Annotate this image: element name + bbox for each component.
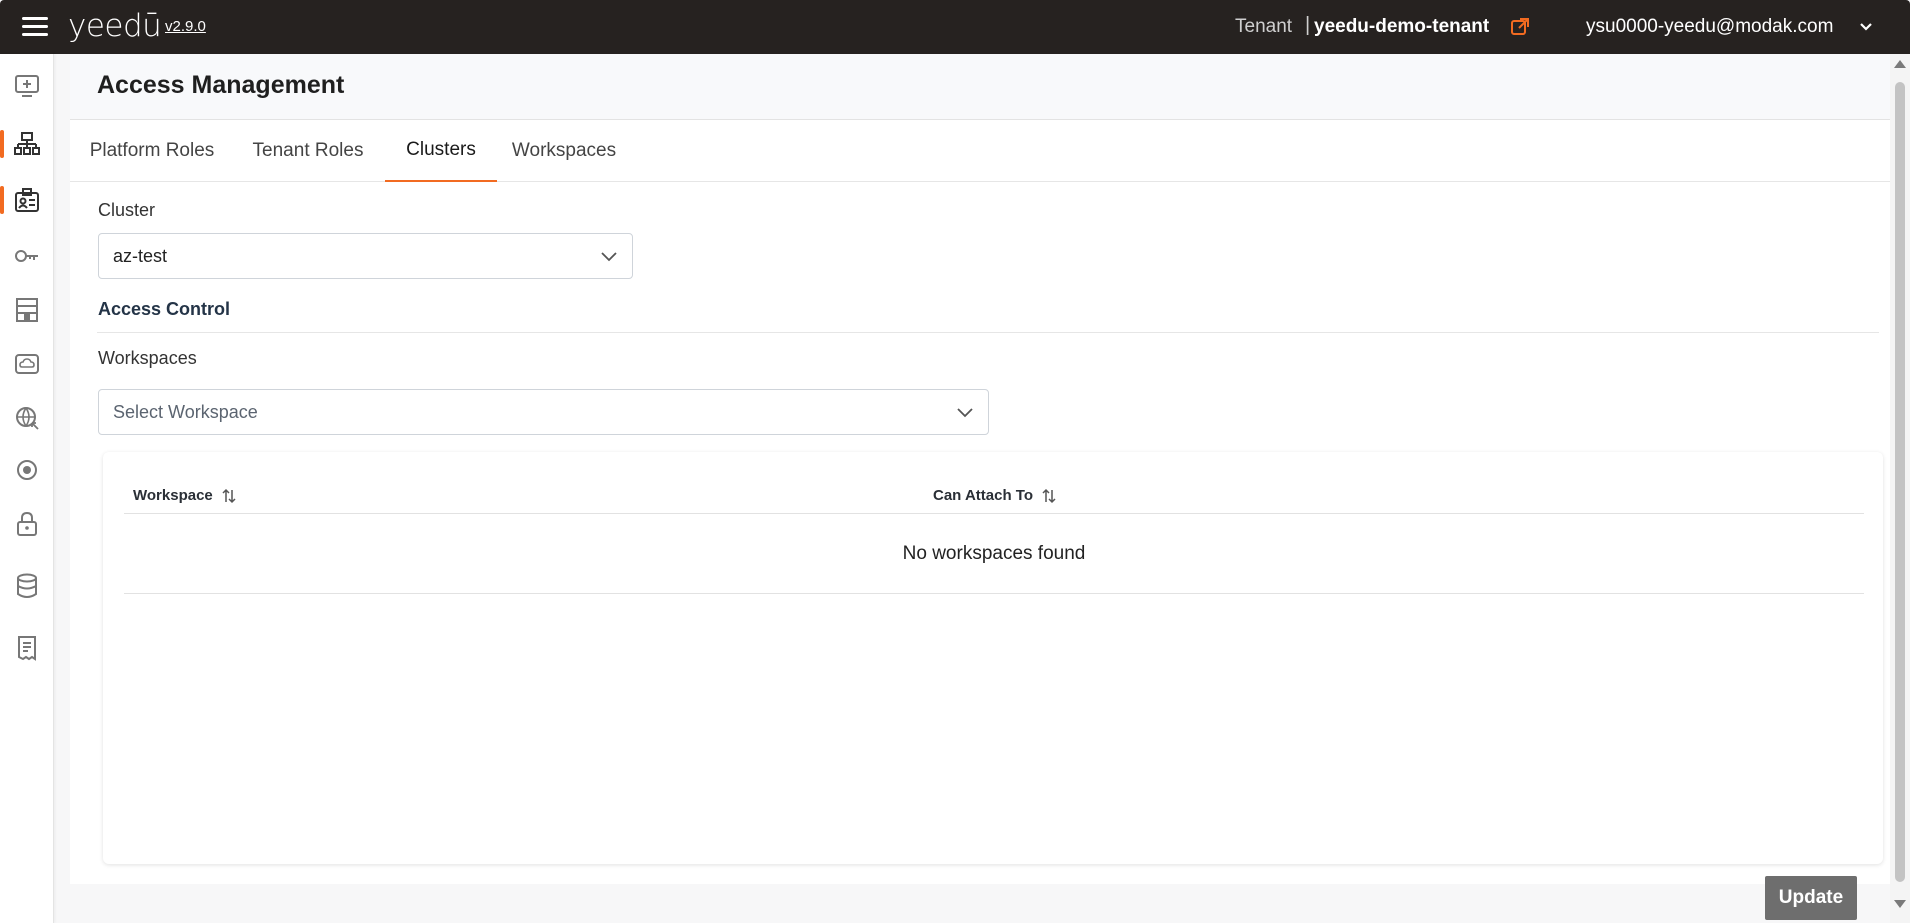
receipt-icon <box>18 636 36 661</box>
scroll-up-arrow-icon[interactable] <box>1894 60 1906 68</box>
column-header-can-attach-to[interactable]: Can Attach To <box>933 487 1057 504</box>
column-header-can-attach-to-label: Can Attach To <box>933 487 1033 504</box>
version-link[interactable]: v2.9.0 <box>165 18 206 35</box>
database-icon <box>17 573 37 598</box>
app-logo: yeedū <box>68 8 162 44</box>
column-header-workspace-label: Workspace <box>133 487 213 504</box>
vertical-scrollbar[interactable] <box>1890 54 1910 923</box>
chevron-down-icon <box>601 252 617 262</box>
page-title: Access Management <box>97 71 345 99</box>
sidebar-item-target[interactable] <box>0 450 54 490</box>
update-button[interactable]: Update <box>1765 876 1857 920</box>
cloud-storage-icon <box>15 354 39 374</box>
main-content: Access Management Platform Roles Tenant … <box>70 54 1890 884</box>
sidebar-item-cloud[interactable] <box>0 344 54 384</box>
sidebar <box>0 54 54 923</box>
top-bar: yeedū v2.9.0 Tenant | yeedu-demo-tenant … <box>0 0 1910 54</box>
sort-icon[interactable] <box>1041 488 1057 504</box>
sidebar-item-network[interactable] <box>0 398 54 438</box>
key-icon <box>15 250 38 262</box>
sidebar-item-security[interactable] <box>0 504 54 544</box>
user-menu[interactable]: ysu0000-yeedu@modak.com <box>1586 16 1833 38</box>
workspace-select[interactable]: Select Workspace <box>98 389 989 435</box>
building-icon <box>16 298 38 322</box>
tab-clusters[interactable]: Clusters <box>385 120 497 182</box>
sidebar-item-database[interactable] <box>0 566 54 606</box>
add-monitor-icon <box>15 75 39 97</box>
page-header: Access Management <box>70 54 1890 120</box>
sidebar-item-hierarchy[interactable] <box>0 124 54 164</box>
cluster-select-value: az-test <box>113 246 168 266</box>
section-divider <box>97 332 1879 333</box>
workspace-select-placeholder: Select Workspace <box>113 402 258 422</box>
sidebar-item-logs[interactable] <box>0 628 54 668</box>
cluster-select[interactable]: az-test <box>98 233 633 279</box>
scroll-thumb[interactable] <box>1895 82 1905 882</box>
tenant-separator: | <box>1305 14 1311 36</box>
empty-state-message: No workspaces found <box>124 514 1864 594</box>
sidebar-item-access[interactable] <box>0 180 54 220</box>
external-link-icon[interactable] <box>1510 17 1530 37</box>
org-hierarchy-icon <box>14 132 40 155</box>
tab-platform-roles[interactable]: Platform Roles <box>70 120 234 182</box>
globe-network-icon <box>16 407 39 430</box>
chevron-down-icon[interactable] <box>1858 19 1874 35</box>
tenant-name: yeedu-demo-tenant <box>1314 16 1490 37</box>
scroll-down-arrow-icon[interactable] <box>1894 900 1906 908</box>
workspace-table-card: Workspace Can Attach To No workspaces fo… <box>103 452 1883 864</box>
access-control-heading: Access Control <box>98 299 231 319</box>
chevron-down-icon <box>957 408 973 418</box>
hamburger-menu-icon[interactable] <box>22 17 48 37</box>
sort-icon[interactable] <box>221 488 237 504</box>
id-card-icon <box>15 188 39 212</box>
tab-bar: Platform Roles Tenant Roles Clusters Wor… <box>70 120 1890 182</box>
column-header-workspace[interactable]: Workspace <box>133 487 237 504</box>
cluster-label: Cluster <box>98 200 156 220</box>
workspaces-label: Workspaces <box>98 348 197 368</box>
tenant-label: Tenant <box>1235 16 1293 37</box>
sidebar-item-add-monitor[interactable] <box>0 66 54 106</box>
lock-icon <box>17 511 37 536</box>
target-icon <box>17 460 37 480</box>
tab-workspaces[interactable]: Workspaces <box>502 120 626 182</box>
tab-tenant-roles[interactable]: Tenant Roles <box>236 120 380 182</box>
sidebar-item-keys[interactable] <box>0 236 54 276</box>
sidebar-item-building[interactable] <box>0 290 54 330</box>
